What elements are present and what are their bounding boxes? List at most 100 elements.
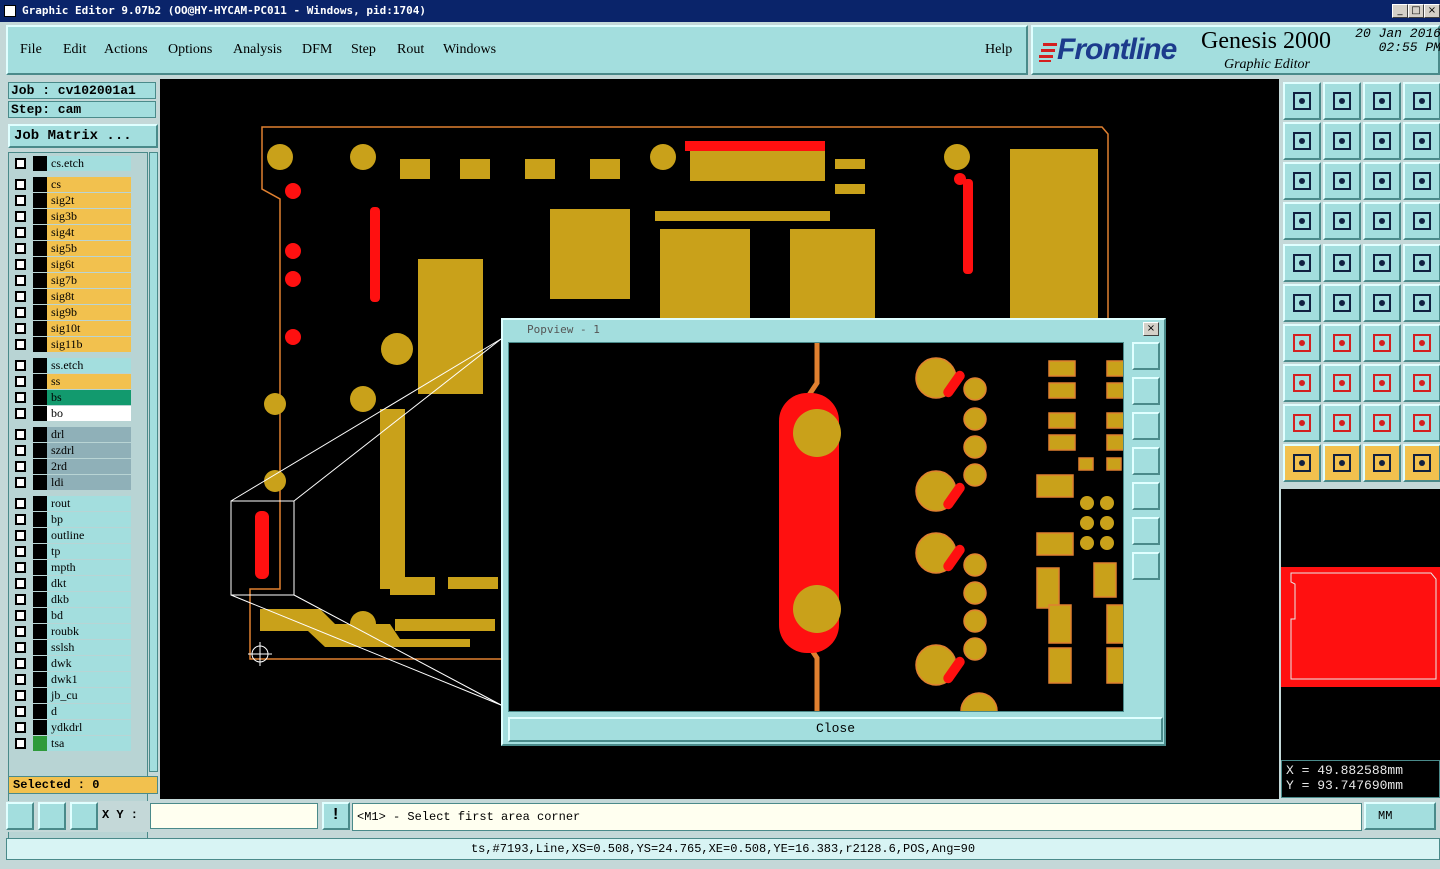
minimize-button[interactable]: _: [1392, 4, 1408, 18]
select-icon[interactable]: [1283, 444, 1321, 482]
layer-checkbox[interactable]: [15, 179, 26, 190]
layer-row-jb_cu[interactable]: jb_cu: [11, 688, 135, 703]
help-icon[interactable]: [1403, 162, 1440, 200]
layer-row-sig8t[interactable]: sig8t: [11, 289, 135, 304]
popview-right-button[interactable]: [1132, 482, 1160, 510]
overview-map[interactable]: [1281, 489, 1440, 765]
popview-zoom-button[interactable]: [1132, 342, 1160, 370]
probe-icon[interactable]: [1323, 202, 1361, 240]
layer-checkbox[interactable]: [15, 307, 26, 318]
xy-input[interactable]: [150, 803, 318, 829]
arc-icon[interactable]: [1323, 324, 1361, 362]
redo-icon[interactable]: [1403, 122, 1440, 160]
step-icon[interactable]: [1363, 364, 1401, 402]
layer-checkbox[interactable]: [15, 722, 26, 733]
mirror-icon[interactable]: [1403, 324, 1440, 362]
trace-icon[interactable]: [1323, 364, 1361, 402]
menu-dfm[interactable]: DFM: [302, 42, 332, 58]
layer-checkbox[interactable]: [15, 360, 26, 371]
layer-checkbox[interactable]: [15, 530, 26, 541]
popview-fit-button[interactable]: [1132, 517, 1160, 545]
open-job-icon[interactable]: [1283, 82, 1321, 120]
layer-checkbox[interactable]: [15, 392, 26, 403]
measure-icon[interactable]: [1403, 244, 1440, 282]
units-select[interactable]: MM: [1364, 802, 1436, 830]
select-area-icon[interactable]: [6, 802, 34, 830]
layer-checkbox[interactable]: [15, 642, 26, 653]
layer-checkbox[interactable]: [15, 211, 26, 222]
layer-row-d[interactable]: d: [11, 704, 135, 719]
layer-checkbox[interactable]: [15, 594, 26, 605]
layer-checkbox[interactable]: [15, 562, 26, 573]
layer-checkbox[interactable]: [15, 498, 26, 509]
layer-checkbox[interactable]: [15, 195, 26, 206]
layer-row-bd[interactable]: bd: [11, 608, 135, 623]
layer-row-sig3b[interactable]: sig3b: [11, 209, 135, 224]
window-icon[interactable]: [1403, 82, 1440, 120]
pad-icon[interactable]: [1283, 364, 1321, 402]
menu-windows[interactable]: Windows: [443, 42, 496, 58]
layer-row-bp[interactable]: bp: [11, 512, 135, 527]
menu-step[interactable]: Step: [351, 42, 376, 58]
layer-row-bs[interactable]: bs: [11, 390, 135, 405]
center-icon[interactable]: [1323, 162, 1361, 200]
layer-row-tp[interactable]: tp: [11, 544, 135, 559]
pointer-icon[interactable]: [1323, 444, 1361, 482]
layer-row-sig6t[interactable]: sig6t: [11, 257, 135, 272]
layer-checkbox[interactable]: [15, 227, 26, 238]
highlight-icon[interactable]: [1323, 244, 1361, 282]
snap-point-icon[interactable]: [1363, 284, 1401, 322]
layer-checkbox[interactable]: [15, 259, 26, 270]
maximize-button[interactable]: □: [1408, 4, 1424, 18]
menu-help[interactable]: Help: [985, 42, 1012, 58]
fit-icon[interactable]: [1283, 162, 1321, 200]
layer-checkbox[interactable]: [15, 339, 26, 350]
layer-row-sig10t[interactable]: sig10t: [11, 321, 135, 336]
layer-row-cs.etch[interactable]: cs.etch: [11, 156, 135, 171]
layer-row-sig5b[interactable]: sig5b: [11, 241, 135, 256]
layer-checkbox[interactable]: [15, 477, 26, 488]
rotate-icon[interactable]: [1363, 324, 1401, 362]
menu-edit[interactable]: Edit: [63, 42, 86, 58]
layer-checkbox[interactable]: [15, 578, 26, 589]
layer-row-dwk1[interactable]: dwk1: [11, 672, 135, 687]
layer-row-ldi[interactable]: ldi: [11, 475, 135, 490]
layer-checkbox[interactable]: [15, 243, 26, 254]
layer-row-dkt[interactable]: dkt: [11, 576, 135, 591]
layer-checkbox[interactable]: [15, 738, 26, 749]
net-icon[interactable]: [1363, 202, 1401, 240]
layer-checkbox[interactable]: [15, 158, 26, 169]
layer-checkbox[interactable]: [15, 706, 26, 717]
menu-rout[interactable]: Rout: [397, 42, 424, 58]
layer-icon[interactable]: [1403, 202, 1440, 240]
info-icon[interactable]: !: [322, 802, 350, 830]
layer-checkbox[interactable]: [15, 323, 26, 334]
layer-checkbox[interactable]: [15, 674, 26, 685]
popview-up-button[interactable]: [1132, 377, 1160, 405]
snap-icon[interactable]: [1283, 244, 1321, 282]
layer-row-dwk[interactable]: dwk: [11, 656, 135, 671]
layer-row-sig9b[interactable]: sig9b: [11, 305, 135, 320]
grid-icon[interactable]: [70, 802, 98, 830]
home-icon[interactable]: [1363, 82, 1401, 120]
layer-row-ydkdrl[interactable]: ydkdrl: [11, 720, 135, 735]
layer-row-mpth[interactable]: mpth: [11, 560, 135, 575]
popview-left-button[interactable]: [1132, 447, 1160, 475]
snap-arrow-icon[interactable]: [1403, 284, 1440, 322]
layer-checkbox[interactable]: [15, 658, 26, 669]
array-icon[interactable]: [1403, 364, 1440, 402]
peak-icon[interactable]: [1363, 404, 1401, 442]
layer-checkbox[interactable]: [15, 546, 26, 557]
connect-icon[interactable]: [1283, 284, 1321, 322]
measure-icon[interactable]: [38, 802, 66, 830]
layer-row-szdrl[interactable]: szdrl: [11, 443, 135, 458]
layer-checkbox[interactable]: [15, 275, 26, 286]
layer-row-cs[interactable]: cs: [11, 177, 135, 192]
layer-row-ss.etch[interactable]: ss.etch: [11, 358, 135, 373]
route-icon[interactable]: [1403, 444, 1440, 482]
layer-checkbox[interactable]: [15, 610, 26, 621]
layer-checkbox[interactable]: [15, 291, 26, 302]
pan-right-icon[interactable]: [1323, 122, 1361, 160]
layer-row-sig2t[interactable]: sig2t: [11, 193, 135, 208]
layer-checkbox[interactable]: [15, 461, 26, 472]
